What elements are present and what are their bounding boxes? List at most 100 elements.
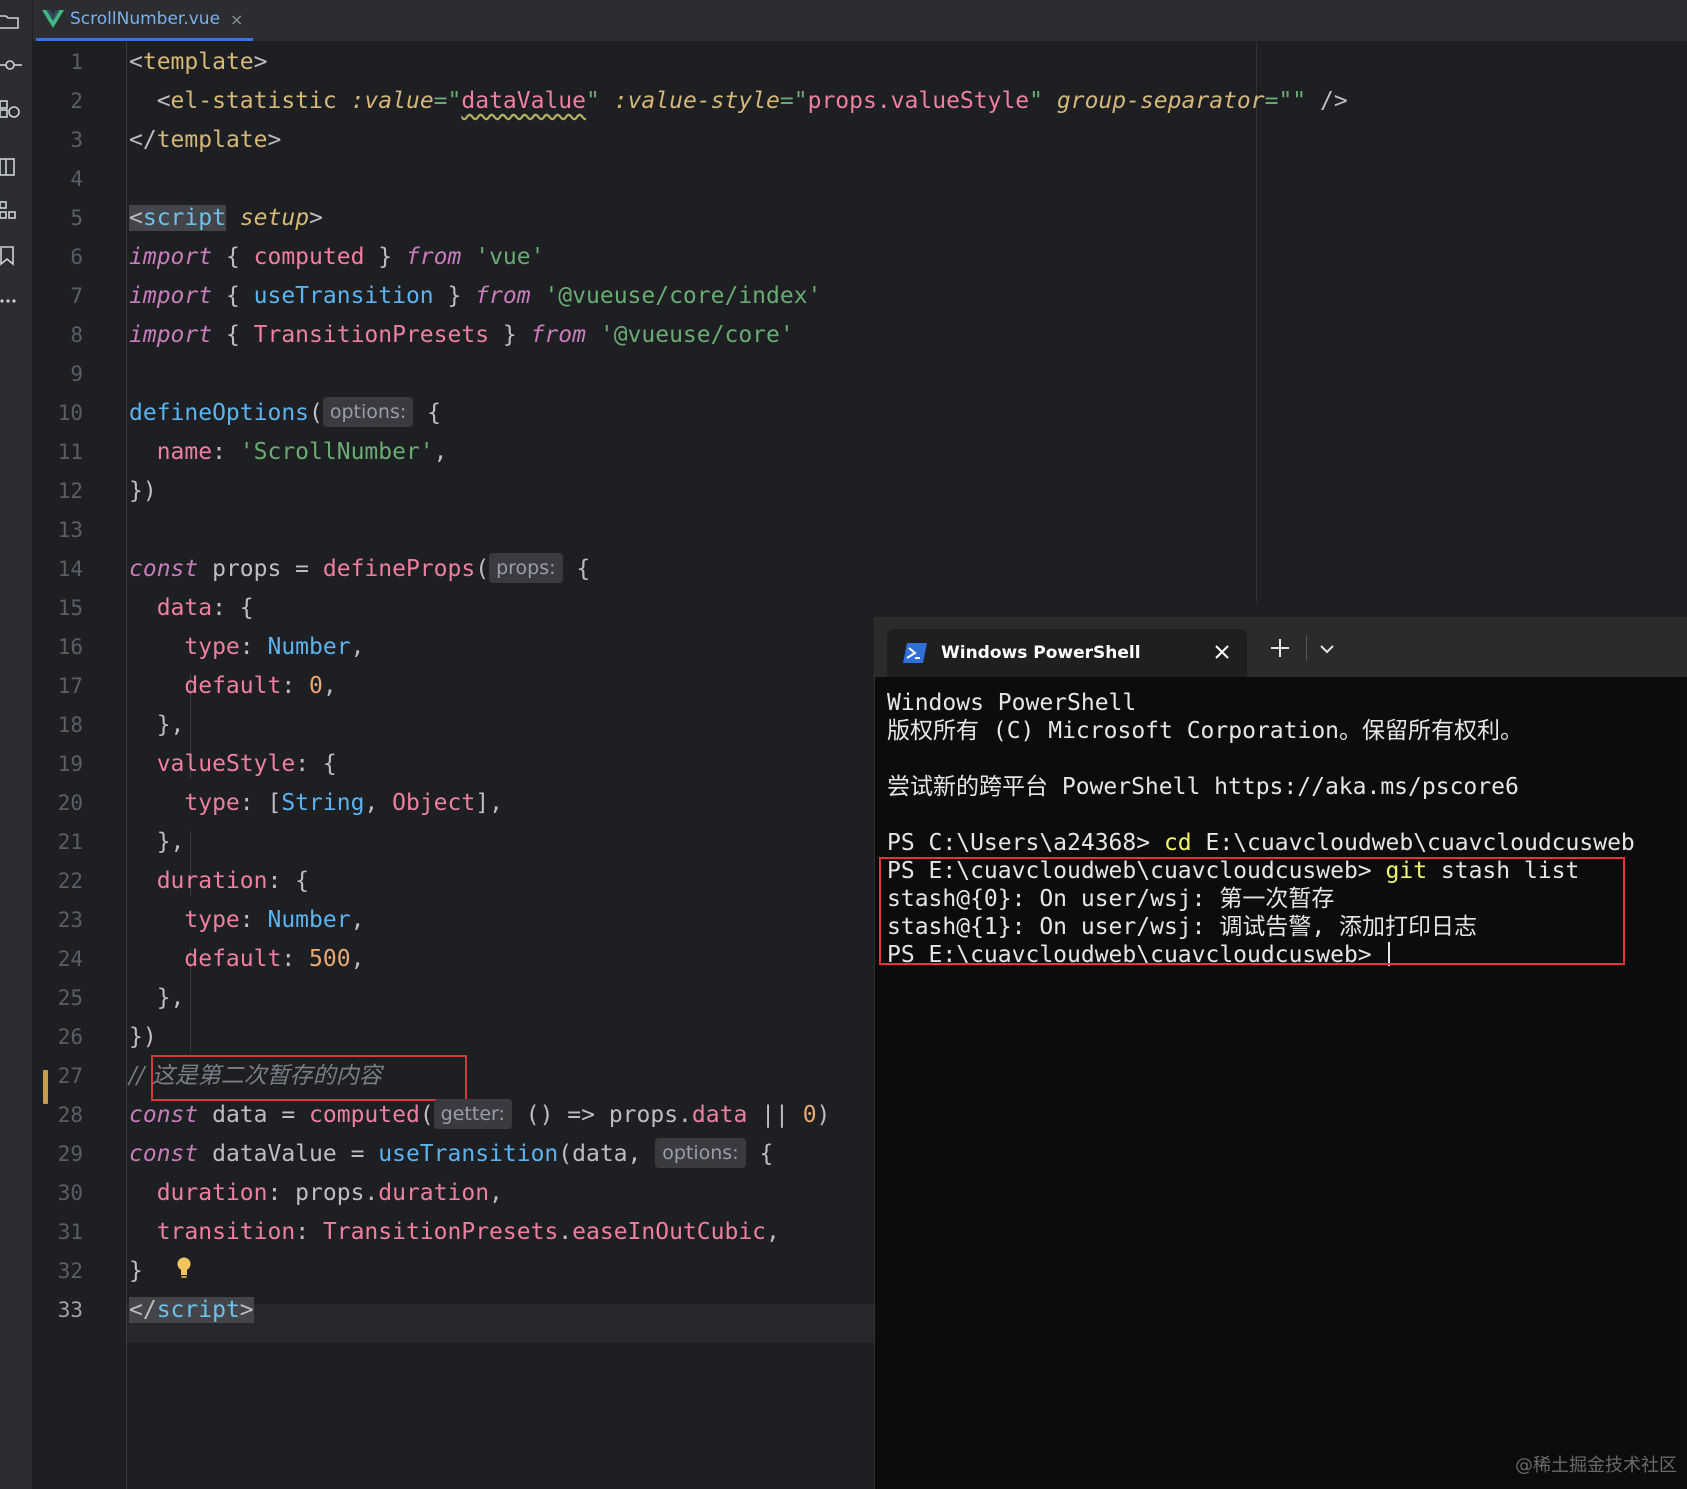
terminal-line: 版权所有 (C) Microsoft Corporation。保留所有权利。 [887, 718, 1524, 744]
plugins-icon[interactable] [0, 98, 22, 120]
code-token: < [129, 49, 143, 75]
code-line-31[interactable]: transition: TransitionPresets.easeInOutC… [129, 1213, 780, 1252]
code-line-32[interactable]: } [129, 1252, 143, 1291]
code-token: script [142, 205, 226, 231]
code-token: ( [309, 400, 323, 426]
code-token: import [129, 322, 213, 348]
structure-icon[interactable] [0, 156, 22, 178]
folder-icon[interactable] [0, 10, 22, 32]
more-icon[interactable] [0, 290, 22, 312]
code-line-10[interactable]: defineOptions(options: { [129, 394, 441, 433]
line-number-gutter: 1 2 3 4 5 6 7 8 9 10 11 12 13 14 15 16 17 18 19 20 21 22 23 24 2… [33, 42, 127, 1489]
code-line-6[interactable]: import { computed } from 'vue' [129, 238, 544, 277]
code-token: =" [779, 88, 808, 114]
code-token: el-statistic [170, 88, 337, 114]
line-number: 5 [70, 206, 83, 230]
code-token: type [184, 634, 240, 660]
code-line-28[interactable]: const data = computed(getter: () => prop… [129, 1096, 830, 1135]
code-token: , [489, 1180, 503, 1206]
code-token: import [129, 283, 213, 309]
code-token: :value-style [613, 88, 780, 114]
code-token: , [350, 946, 365, 972]
annotation-highlight-box [879, 857, 1625, 965]
code-line-30[interactable]: duration: props.duration, [129, 1174, 503, 1213]
code-line-15[interactable]: data: { [129, 589, 254, 628]
line-number: 30 [57, 1181, 83, 1205]
code-token: const [129, 1102, 199, 1128]
modules-icon[interactable] [0, 200, 22, 222]
code-line-21[interactable]: }, [129, 823, 185, 862]
commit-icon[interactable] [0, 54, 22, 76]
powershell-icon [903, 643, 927, 663]
watermark: @稀土掘金技术社区 [1515, 1455, 1677, 1476]
code-token: , [433, 439, 448, 465]
close-icon[interactable] [1211, 641, 1233, 663]
code-token: Number [267, 907, 351, 933]
code-token: TransitionPresets [253, 322, 490, 348]
powershell-terminal[interactable]: Windows PowerShell Windows PowerShell 版权… [874, 617, 1687, 1489]
code-token: : [239, 634, 268, 660]
code-token: template [156, 127, 268, 153]
code-token: '@vueuse/core' [599, 322, 794, 348]
change-marker[interactable] [43, 1070, 48, 1104]
code-line-25[interactable]: }, [129, 979, 185, 1018]
lightbulb-icon[interactable] [176, 1256, 192, 1280]
editor-tab-bar: ScrollNumber.vue × [33, 0, 1687, 42]
code-token: type [184, 907, 240, 933]
chevron-down-icon[interactable] [1317, 639, 1337, 659]
code-line-2[interactable]: <el-statistic :value="dataValue" :value-… [129, 82, 1348, 121]
code-line-33[interactable]: </script> [129, 1291, 254, 1330]
line-number: 24 [57, 947, 83, 971]
code-line-16[interactable]: type: Number, [129, 628, 364, 667]
line-number: 4 [70, 167, 83, 191]
bookmark-icon[interactable] [0, 245, 22, 267]
line-number: 7 [70, 284, 83, 308]
code-token: (data, [558, 1141, 656, 1167]
tab-scrollnumber-vue[interactable]: ScrollNumber.vue × [36, 0, 254, 41]
code-token: const [129, 1141, 199, 1167]
code-line-8[interactable]: import { TransitionPresets } from '@vueu… [129, 316, 794, 355]
code-line-11[interactable]: name: 'ScrollNumber', [129, 433, 448, 472]
code-token: { [562, 556, 591, 582]
line-number: 32 [57, 1259, 83, 1283]
new-tab-plus-icon[interactable] [1267, 635, 1293, 661]
code-line-14[interactable]: const props = defineProps(props: { [129, 550, 590, 589]
code-line-17[interactable]: default: 0, [129, 667, 337, 706]
code-line-18[interactable]: }, [129, 706, 185, 745]
terminal-tab-powershell[interactable]: Windows PowerShell [887, 629, 1247, 677]
line-number: 14 [57, 557, 83, 581]
code-token: transition [156, 1219, 296, 1245]
code-token: , [322, 673, 337, 699]
code-token: computed [309, 1102, 420, 1128]
code-line-3[interactable]: </template> [129, 121, 281, 160]
code-line-23[interactable]: type: Number, [129, 901, 364, 940]
code-line-19[interactable]: valueStyle: { [129, 745, 337, 784]
line-number: 1 [70, 50, 83, 74]
close-icon[interactable]: × [230, 10, 243, 29]
code-token: const [129, 556, 199, 582]
code-token: duration [378, 1180, 490, 1206]
line-number: 17 [57, 674, 83, 698]
line-number: 33 [57, 1298, 83, 1322]
code-line-7[interactable]: import { useTransition } from '@vueuse/c… [129, 277, 821, 316]
line-number: 11 [57, 440, 83, 464]
code-line-24[interactable]: default: 500, [129, 940, 364, 979]
terminal-command-arg: E:\cuavcloudweb\cuavcloudcusweb [1191, 830, 1635, 856]
code-line-1[interactable]: <template> [129, 43, 268, 82]
code-token: '@vueuse/core/index' [544, 283, 822, 309]
code-token: String [281, 790, 365, 816]
code-line-26[interactable]: }) [129, 1018, 157, 1057]
code-token: " [1029, 88, 1044, 114]
code-line-29[interactable]: const dataValue = useTransition(data, op… [129, 1135, 773, 1174]
code-token: : [281, 946, 310, 972]
code-token: < [129, 205, 143, 231]
code-line-12[interactable]: }) [129, 472, 157, 511]
code-line-5[interactable]: <script setup> [129, 199, 323, 238]
code-line-22[interactable]: duration: { [129, 862, 309, 901]
code-line-20[interactable]: type: [String, Object], [129, 784, 503, 823]
